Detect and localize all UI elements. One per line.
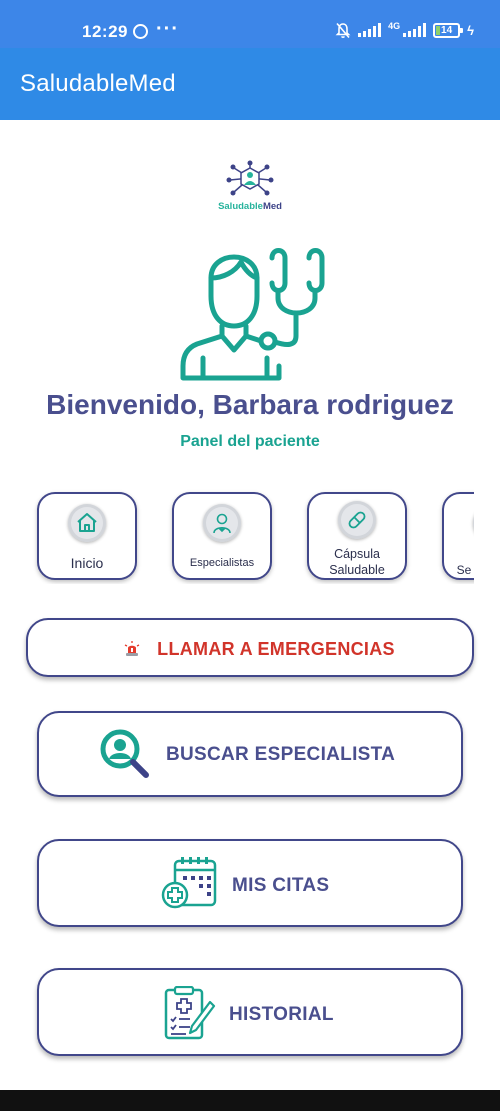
search-user-icon — [100, 729, 149, 778]
app-bar: SaludableMed — [0, 48, 500, 120]
menu-item-label: Especialistas — [189, 557, 255, 569]
search-specialist-label: BUSCAR ESPECIALISTA — [166, 744, 396, 765]
system-navigation-bar — [0, 1090, 500, 1111]
status-icons: 4G 14 ϟ — [335, 20, 474, 40]
menu-item-especialistas[interactable]: Especialistas — [172, 492, 272, 580]
menu-item-settings[interactable]: Se — [442, 492, 474, 580]
menu-item-label-line2: Saludable — [329, 563, 385, 577]
logo-text: SaludableMed — [210, 201, 290, 212]
app-title: SaludableMed — [20, 70, 176, 97]
menu-item-label: Se — [456, 563, 472, 577]
menu-item-label: Inicio — [70, 555, 104, 571]
history-label: HISTORIAL — [229, 1004, 334, 1025]
emergency-label: LLAMAR A EMERGENCIAS — [157, 639, 395, 659]
charging-icon: ϟ — [467, 22, 474, 38]
doctor-illustration-icon — [180, 248, 325, 381]
history-button[interactable]: HISTORIAL — [37, 968, 463, 1056]
menu-item-label-line1: Cápsula — [334, 547, 380, 561]
calendar-icon — [161, 857, 217, 909]
quick-menu[interactable]: Inicio Especialistas Cápsula Saludable S… — [0, 489, 474, 584]
signal-icon — [358, 23, 382, 37]
panel-subtitle: Panel del paciente — [180, 433, 320, 450]
more-notifications-icon: ··· — [156, 18, 179, 40]
settings-icon — [473, 504, 474, 542]
logo-text-part1: Saludable — [218, 201, 263, 212]
home-icon — [68, 504, 106, 542]
muted-bell-icon — [335, 22, 351, 38]
menu-item-capsula-saludable[interactable]: Cápsula Saludable — [307, 492, 407, 580]
pill-icon — [338, 501, 376, 539]
appointments-label: MIS CITAS — [232, 875, 330, 896]
network-type: 4G — [388, 21, 401, 31]
doctor-icon — [203, 504, 241, 542]
status-time: 12:29 — [82, 22, 128, 41]
whatsapp-icon — [133, 24, 148, 39]
battery-level: 14 — [441, 24, 453, 36]
logo-text-part2: Med — [262, 201, 282, 212]
welcome-title: Bienvenido, Barbara rodriguez — [46, 389, 454, 420]
search-specialist-button[interactable]: BUSCAR ESPECIALISTA — [37, 711, 463, 797]
menu-item-inicio[interactable]: Inicio — [37, 492, 137, 580]
battery-icon: 14 — [433, 22, 464, 38]
status-bar: 12:29 ··· 4G 14 ϟ — [0, 0, 500, 48]
appointments-button[interactable]: MIS CITAS — [37, 839, 463, 927]
clipboard-icon — [164, 986, 216, 1040]
signal-icon-2 — [403, 23, 427, 37]
emergency-call-button[interactable]: LLAMAR A EMERGENCIAS — [26, 618, 474, 677]
